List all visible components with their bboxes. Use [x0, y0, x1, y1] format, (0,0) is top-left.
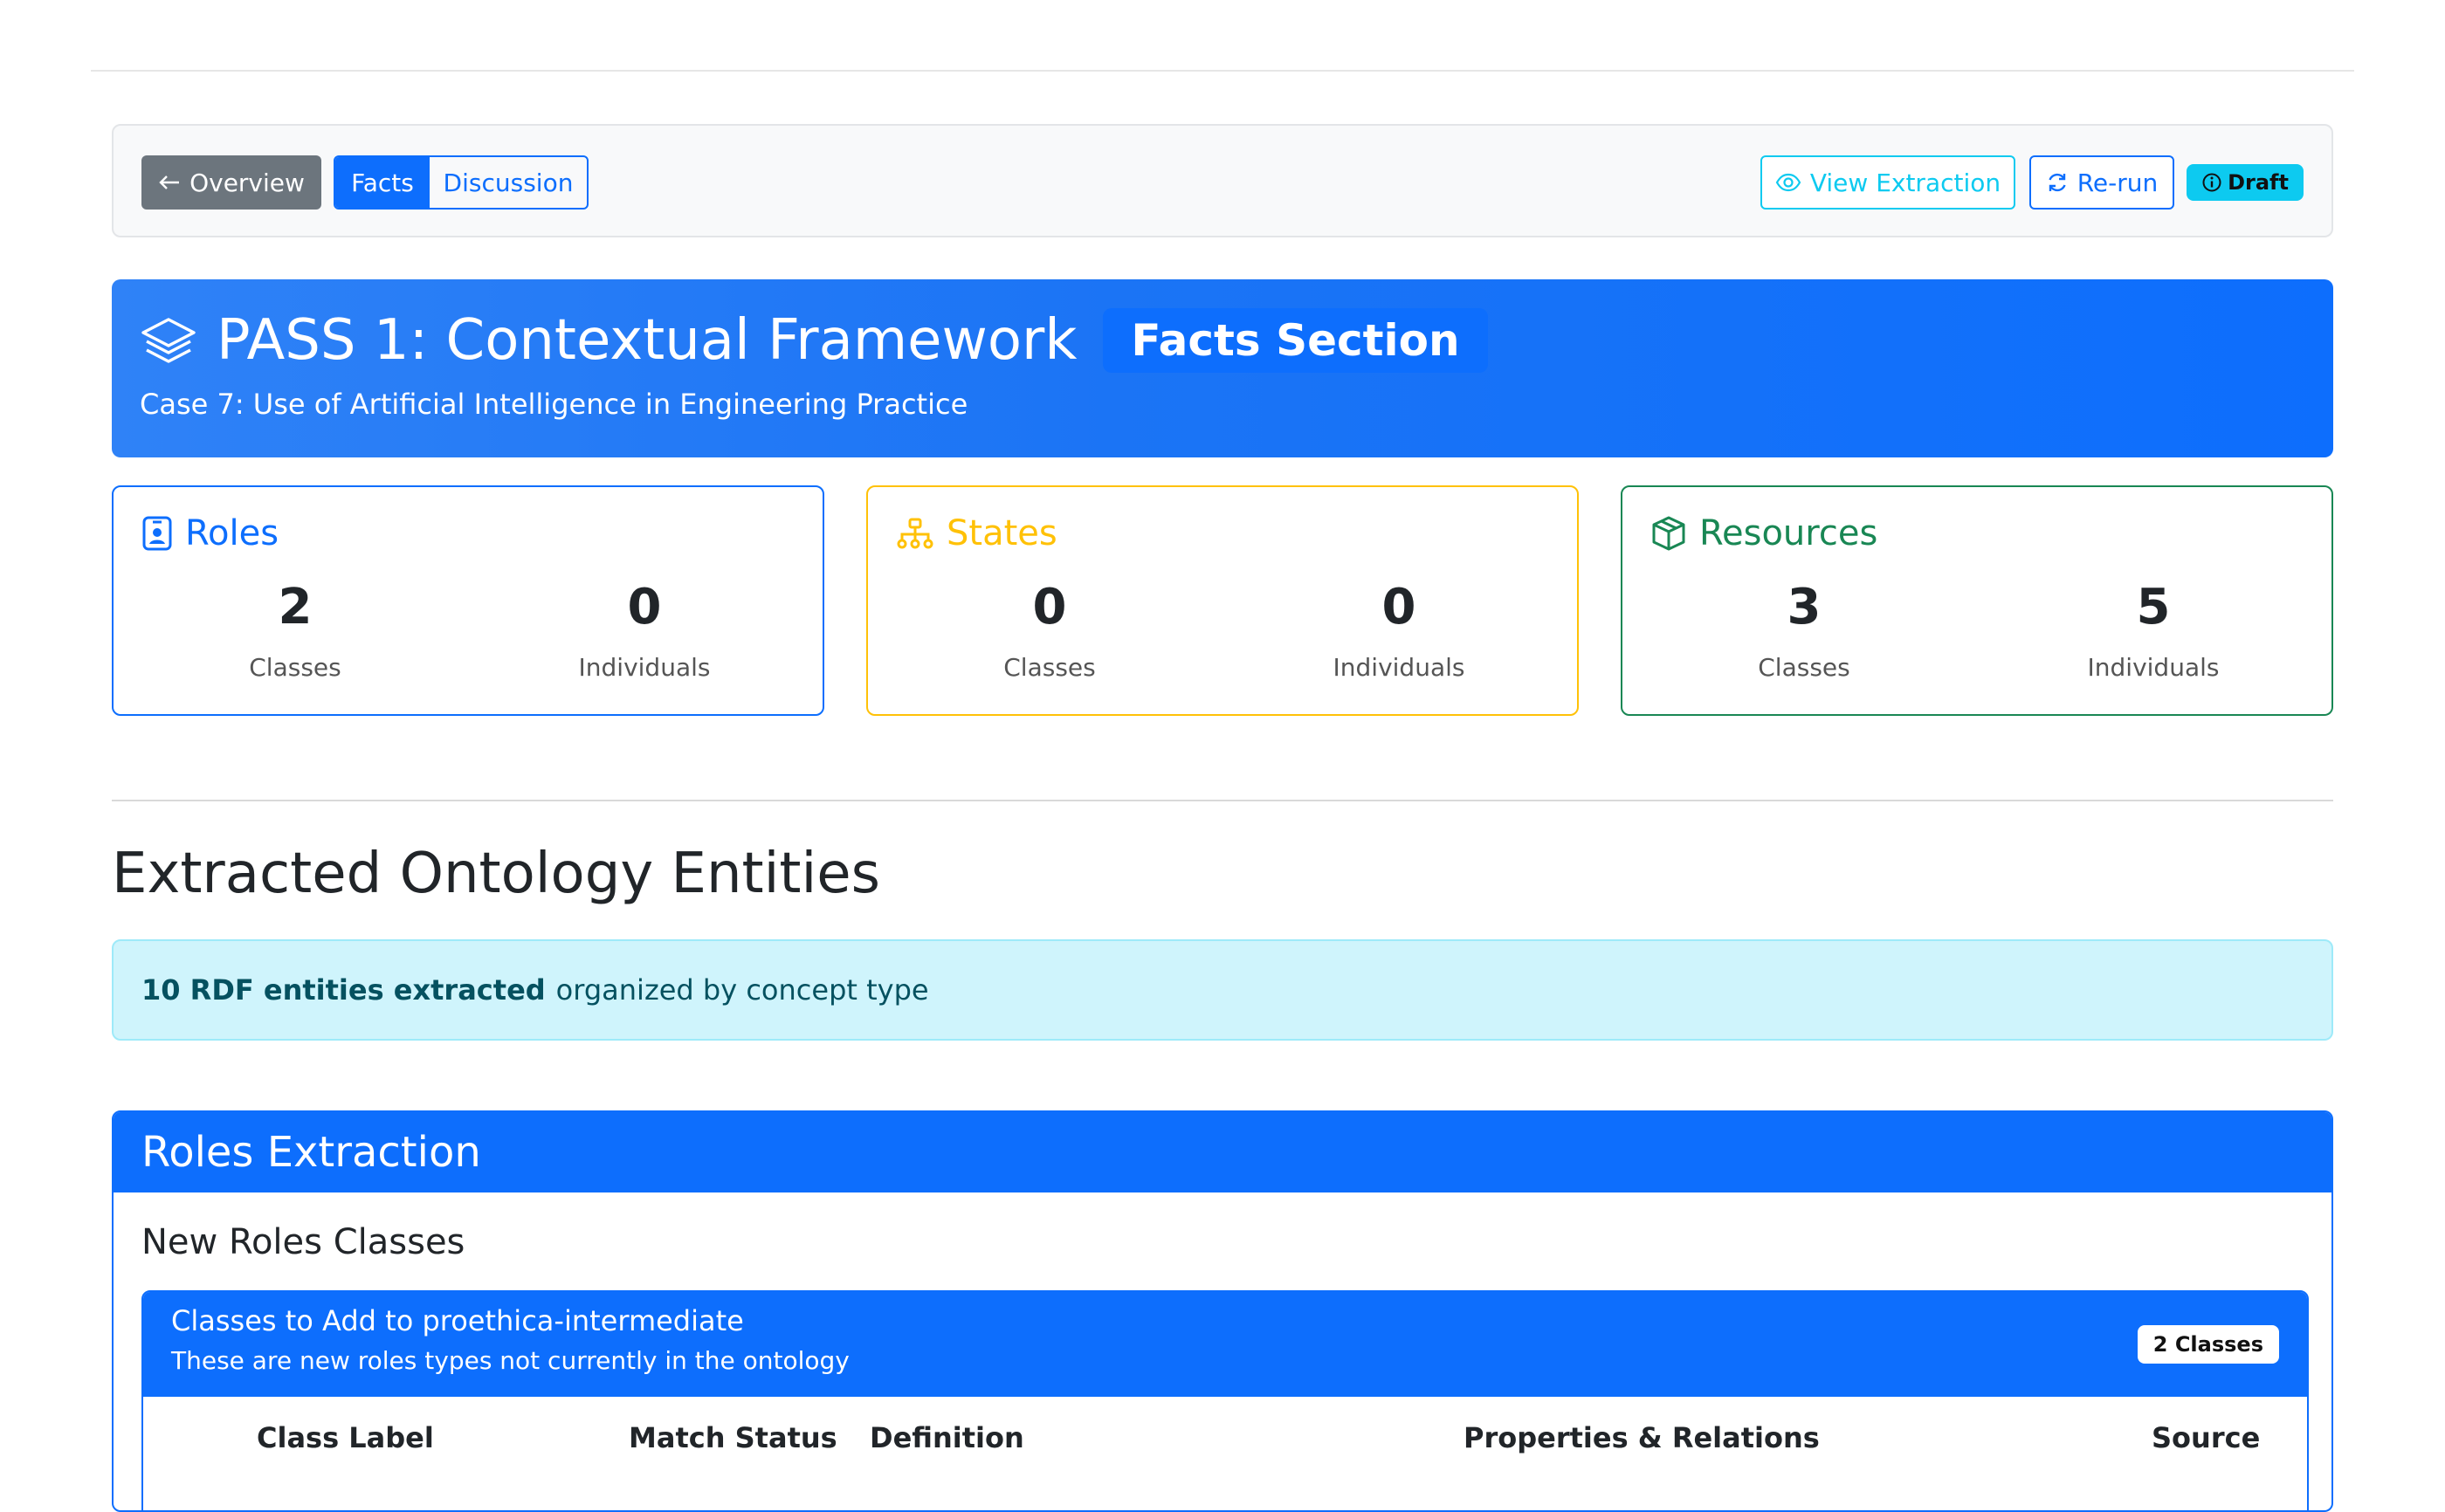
status-badge-label: Draft	[2228, 170, 2289, 195]
page-header-banner: PASS 1: Contextual Framework Facts Secti…	[112, 279, 2333, 457]
section-divider	[112, 800, 2333, 801]
status-badge: Draft	[2187, 164, 2304, 201]
view-extraction-button[interactable]: View Extraction	[1760, 155, 2015, 210]
rerun-button[interactable]: Re-run	[2029, 155, 2174, 210]
column-header-definition[interactable]: Definition	[870, 1421, 1024, 1454]
states-card-label: States	[947, 513, 1057, 553]
roles-individuals-stat: 0 Individuals	[479, 574, 810, 682]
layers-icon	[140, 316, 197, 365]
refresh-icon	[2046, 171, 2069, 194]
section-badge: Facts Section	[1103, 308, 1488, 373]
entities-heading: Extracted Ontology Entities	[112, 842, 880, 906]
classes-count-badge: 2 Classes	[2137, 1325, 2279, 1364]
states-individuals-label: Individuals	[1333, 653, 1465, 682]
resources-card-title: Resources	[1650, 513, 1877, 553]
arrow-left-icon	[158, 174, 181, 191]
view-extraction-label: View Extraction	[1809, 168, 2001, 197]
states-classes-label: Classes	[1003, 653, 1096, 682]
box-icon	[1650, 515, 1687, 552]
states-individuals-stat: 0 Individuals	[1233, 574, 1565, 682]
roles-individuals-label: Individuals	[578, 653, 711, 682]
overview-button[interactable]: Overview	[141, 155, 321, 210]
classes-to-add-panel: Classes to Add to proethica-intermediate…	[141, 1290, 2309, 1510]
roles-classes-stat: 2 Classes	[129, 574, 461, 682]
column-header-class-label[interactable]: Class Label	[257, 1421, 434, 1454]
entities-summary-alert: 10 RDF entities extracted organized by c…	[112, 939, 2333, 1041]
resources-individuals-count: 5	[2136, 579, 2171, 636]
states-individuals-count: 0	[1381, 579, 1416, 636]
page-title-row: PASS 1: Contextual Framework Facts Secti…	[140, 306, 1488, 375]
case-subtitle: Case 7: Use of Artificial Intelligence i…	[140, 388, 968, 421]
resources-classes-count: 3	[1787, 579, 1822, 636]
states-classes-stat: 0 Classes	[884, 574, 1216, 682]
entities-summary-text: organized by concept type	[555, 973, 929, 1007]
roles-individuals-count: 0	[627, 579, 662, 636]
diagram-icon	[896, 517, 934, 550]
states-card-title: States	[896, 513, 1057, 553]
overview-label: Overview	[189, 168, 305, 197]
roles-extraction-header: Roles Extraction	[114, 1112, 2331, 1192]
states-classes-count: 0	[1032, 579, 1067, 636]
page-title: PASS 1: Contextual Framework	[217, 308, 1078, 373]
column-header-properties-relations[interactable]: Properties & Relations	[1464, 1421, 1820, 1454]
roles-card-label: Roles	[185, 513, 279, 553]
entities-count-text: 10 RDF entities extracted	[141, 973, 546, 1007]
roles-classes-count: 2	[278, 579, 313, 636]
roles-stat-card: Roles 2 Classes 0 Individuals	[112, 485, 824, 716]
top-divider	[91, 70, 2354, 72]
roles-extraction-card: Roles Extraction New Roles Classes Class…	[112, 1110, 2333, 1512]
classes-panel-title: Classes to Add to proethica-intermediate	[171, 1304, 744, 1337]
person-badge-icon	[141, 515, 173, 552]
info-circle-icon	[2201, 172, 2222, 193]
column-header-match-status[interactable]: Match Status	[629, 1421, 837, 1454]
states-stat-card: States 0 Classes 0 Individuals	[866, 485, 1579, 716]
roles-classes-label: Classes	[249, 653, 341, 682]
section-tabs: Facts Discussion	[334, 155, 589, 210]
resources-classes-stat: 3 Classes	[1638, 574, 1970, 682]
classes-panel-description: These are new roles types not currently …	[171, 1346, 850, 1375]
resources-card-label: Resources	[1699, 513, 1878, 553]
toolbar: Overview Facts Discussion View Extractio…	[112, 124, 2333, 237]
rerun-label: Re-run	[2077, 168, 2159, 197]
resources-classes-label: Classes	[1758, 653, 1850, 682]
tab-facts[interactable]: Facts	[335, 157, 430, 208]
resources-stat-card: Resources 3 Classes 5 Individuals	[1621, 485, 2333, 716]
resources-individuals-label: Individuals	[2087, 653, 2220, 682]
roles-card-title: Roles	[141, 513, 279, 553]
tab-discussion[interactable]: Discussion	[430, 157, 587, 208]
eye-icon	[1775, 173, 1801, 192]
column-header-source[interactable]: Source	[2152, 1421, 2260, 1454]
classes-panel-header: Classes to Add to proethica-intermediate…	[143, 1292, 2307, 1397]
new-roles-classes-heading: New Roles Classes	[141, 1222, 465, 1262]
resources-individuals-stat: 5 Individuals	[1987, 574, 2319, 682]
